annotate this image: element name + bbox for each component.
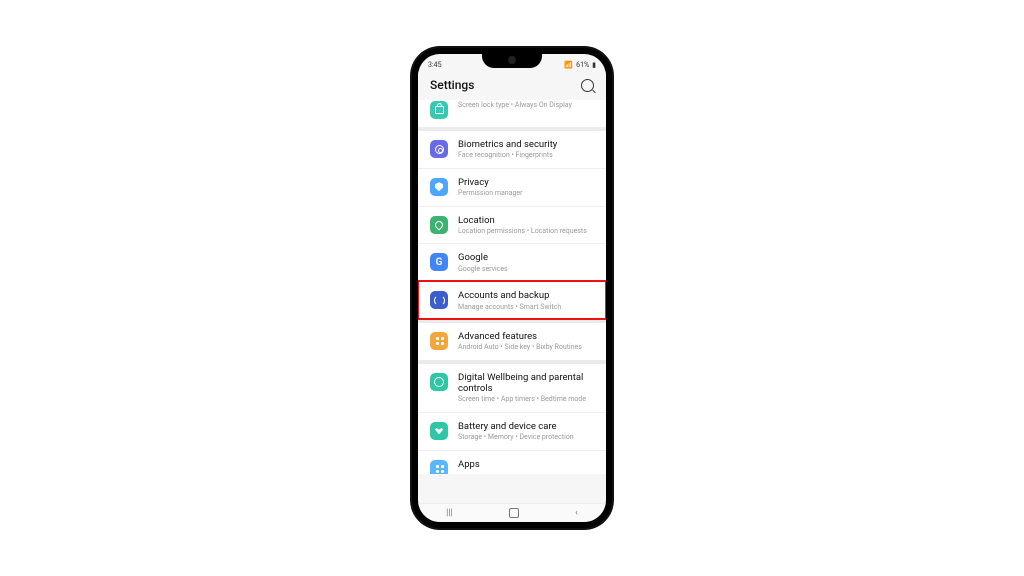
settings-item-digital-wellbeing[interactable]: Digital Wellbeing and parental controlsS… (418, 364, 606, 412)
notch (482, 54, 542, 68)
google-icon: G (430, 253, 448, 271)
item-subtitle: Google services (458, 265, 594, 273)
settings-item-lock-screen[interactable]: Screen lock type • Always On Display (418, 100, 606, 127)
item-subtitle: Android Auto • Side key • Bixby Routines (458, 343, 594, 351)
item-subtitle: Permission manager (458, 189, 594, 197)
item-title: Digital Wellbeing and parental controls (458, 372, 594, 395)
lock-icon (430, 101, 448, 119)
item-subtitle: Screen time • App timers • Bedtime mode (458, 395, 594, 403)
item-subtitle: Storage • Memory • Device protection (458, 433, 594, 441)
item-title: Accounts and backup (458, 290, 594, 301)
item-subtitle: Location permissions • Location requests (458, 227, 594, 235)
item-title: Google (458, 252, 594, 263)
app-header: Settings (418, 72, 606, 100)
grid-icon (430, 332, 448, 350)
item-title: Privacy (458, 177, 594, 188)
nav-back[interactable]: ‹ (575, 508, 578, 518)
battery-label: 61% (576, 61, 589, 69)
settings-item-location[interactable]: LocationLocation permissions • Location … (418, 206, 606, 244)
item-subtitle: Manage accounts • Smart Switch (458, 303, 594, 311)
status-time: 3:45 (428, 61, 442, 69)
settings-item-google[interactable]: G Google Google services (418, 243, 606, 281)
fingerprint-icon (430, 140, 448, 158)
pin-icon (430, 216, 448, 234)
item-title: Advanced features (458, 331, 594, 342)
settings-item-biometrics-security[interactable]: Biometrics and securityFace recognition … (418, 131, 606, 168)
signal-icon: 📶 (564, 61, 573, 69)
shield-icon (430, 178, 448, 196)
battery-icon: ▮ (592, 61, 596, 69)
nav-recent[interactable]: ||| (446, 508, 453, 518)
nav-home[interactable] (509, 508, 519, 518)
circle-icon (430, 373, 448, 391)
search-icon[interactable] (581, 79, 594, 92)
apps-icon (430, 460, 448, 474)
item-subtitle: Face recognition • Fingerprints (458, 151, 594, 159)
item-title: Location (458, 215, 594, 226)
item-title: Biometrics and security (458, 139, 594, 150)
settings-item-apps[interactable]: Apps (418, 450, 606, 474)
settings-list[interactable]: Screen lock type • Always On Display Biom… (418, 100, 606, 474)
settings-item-advanced-features[interactable]: Advanced featuresAndroid Auto • Side key… (418, 323, 606, 360)
item-title: Apps (458, 459, 594, 470)
heart-icon (430, 422, 448, 440)
screen: 3:45 📶 61% ▮ Settings Screen lock type •… (418, 54, 606, 522)
sync-icon (430, 291, 448, 309)
settings-item-battery-device-care[interactable]: Battery and device careStorage • Memory … (418, 412, 606, 450)
item-title: Battery and device care (458, 421, 594, 432)
settings-item-accounts-backup[interactable]: Accounts and backup Manage accounts • Sma… (418, 281, 606, 319)
settings-item-privacy[interactable]: PrivacyPermission manager (418, 168, 606, 206)
nav-bar: ||| ‹ (418, 503, 606, 522)
page-title: Settings (430, 78, 474, 92)
item-subtitle: Screen lock type • Always On Display (458, 101, 594, 109)
phone-frame: 3:45 📶 61% ▮ Settings Screen lock type •… (412, 48, 612, 528)
